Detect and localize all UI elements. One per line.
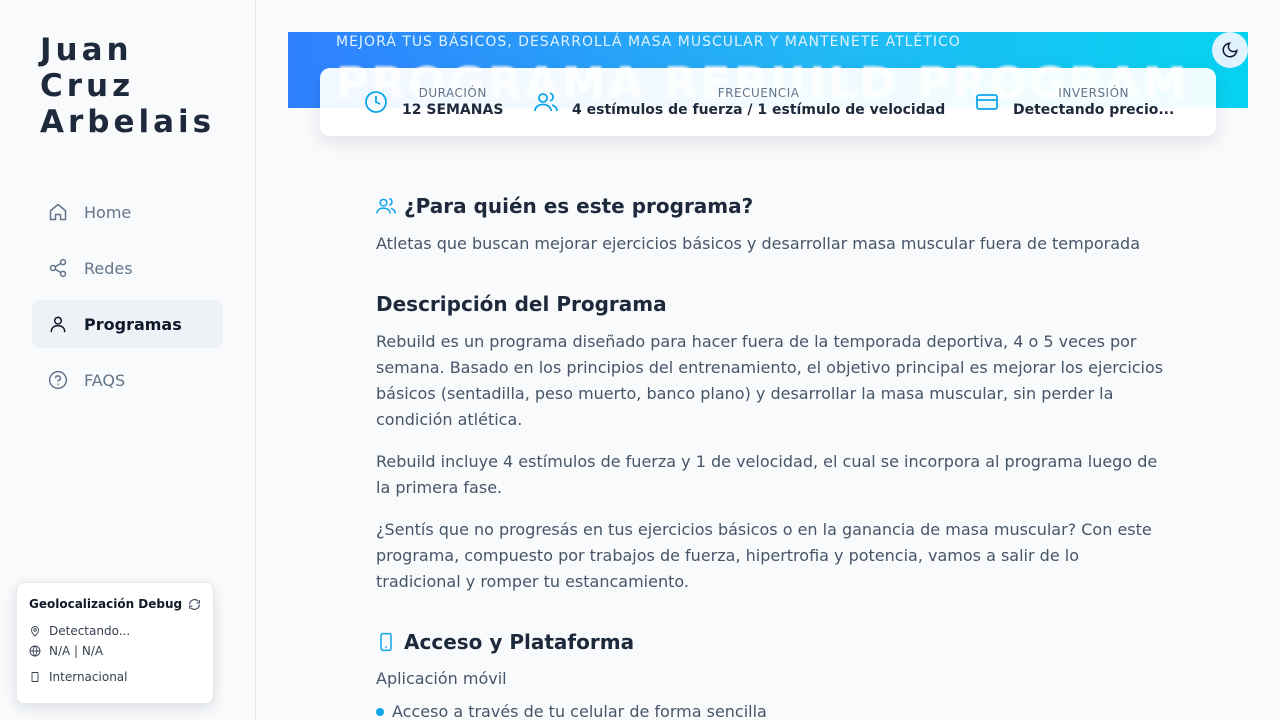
- sidebar-nav: Home Redes Programas FAQS: [32, 188, 223, 412]
- sidebar-item-label: Redes: [84, 258, 133, 278]
- smartphone-icon: [380, 632, 392, 652]
- debug-location-row: Detectando...: [29, 621, 201, 641]
- moon-icon: [1222, 42, 1238, 58]
- access-text: Aplicación móvil: [376, 669, 507, 688]
- access-title: Acceso y Plataforma: [404, 630, 635, 654]
- stat-duration: DURACIÓN 12 SEMANAS: [364, 68, 503, 136]
- geolocation-debug-panel: Geolocalización Debug Detectando... N/A …: [16, 582, 214, 704]
- sidebar-item-programas[interactable]: Programas: [32, 300, 223, 348]
- debug-region: Internacional: [49, 670, 128, 684]
- brand-line-2: Cruz: [40, 68, 135, 104]
- credit-card-icon: [976, 94, 998, 110]
- sidebar-item-redes[interactable]: Redes: [32, 244, 223, 292]
- stat-investment: INVERSIÓN Detectando precio...: [975, 68, 1174, 136]
- debug-location: Detectando...: [49, 624, 131, 638]
- brand-line-1: Juan: [40, 32, 133, 68]
- users-icon: [534, 92, 558, 112]
- description-paragraph-3: ¿Sentís que no progresás en tus ejercici…: [376, 520, 1152, 591]
- audience-heading: ¿Para quién es este programa?: [376, 190, 753, 222]
- share-icon: [49, 258, 67, 278]
- users-icon: [376, 197, 396, 214]
- device-icon: [31, 672, 39, 682]
- audience-title: ¿Para quién es este programa?: [404, 194, 754, 218]
- brand-line-3: Arbelais: [40, 104, 216, 140]
- sidebar-item-label: Home: [84, 202, 132, 222]
- stat-duration-label: DURACIÓN: [418, 86, 487, 100]
- globe-icon: [29, 645, 41, 657]
- home-icon: [49, 203, 67, 221]
- access-heading: Acceso y Plataforma: [376, 626, 634, 658]
- stat-investment-value: Detectando precio...: [1013, 102, 1175, 118]
- stat-frequency-label: FRECUENCIA: [717, 86, 800, 100]
- stat-duration-value: 12 SEMANAS: [402, 102, 504, 118]
- debug-ip-row: N/A | N/A: [29, 641, 201, 661]
- clock-icon: [365, 91, 387, 113]
- hero-subtitle: MEJORÁ TUS BÁSICOS, DESARROLLÁ MASA MUSC…: [336, 34, 961, 50]
- debug-ip-country: N/A | N/A: [49, 644, 104, 658]
- user-icon: [50, 316, 66, 333]
- sidebar-item-label: Programas: [84, 314, 182, 334]
- debug-title: Geolocalización Debug: [29, 597, 183, 611]
- map-pin-icon: [31, 626, 39, 637]
- description-paragraph-1: Rebuild es un programa diseñado para hac…: [376, 332, 1164, 429]
- stat-frequency: FRECUENCIA 4 estímulos de fuerza / 1 est…: [534, 68, 945, 136]
- debug-header: Geolocalización Debug: [29, 597, 201, 611]
- debug-region-row: Internacional: [29, 667, 201, 687]
- stat-frequency-value: 4 estímulos de fuerza / 1 estímulo de ve…: [572, 102, 946, 118]
- sidebar-item-label: FAQS: [84, 370, 126, 390]
- stat-investment-label: INVERSIÓN: [1058, 86, 1130, 100]
- description-paragraph-2: Rebuild incluye 4 estímulos de fuerza y …: [376, 452, 1158, 497]
- audience-text: Atletas que buscan mejorar ejercicios bá…: [376, 234, 1140, 253]
- access-list-item-text: Acceso a través de tu celular de forma s…: [392, 702, 767, 720]
- program-stats-card: DURACIÓN 12 SEMANAS FRECUENCIA 4 estímul…: [320, 68, 1216, 136]
- brand-name[interactable]: Juan Cruz Arbelais: [40, 32, 215, 140]
- theme-toggle-button[interactable]: [1212, 32, 1248, 68]
- sidebar-item-home[interactable]: Home: [32, 188, 223, 236]
- refresh-icon[interactable]: [188, 598, 201, 611]
- sidebar-item-faqs[interactable]: FAQS: [32, 356, 223, 404]
- access-list-item: Acceso a través de tu celular de forma s…: [376, 702, 767, 720]
- help-circle-icon: [48, 370, 68, 390]
- description-heading: Descripción del Programa: [376, 292, 667, 316]
